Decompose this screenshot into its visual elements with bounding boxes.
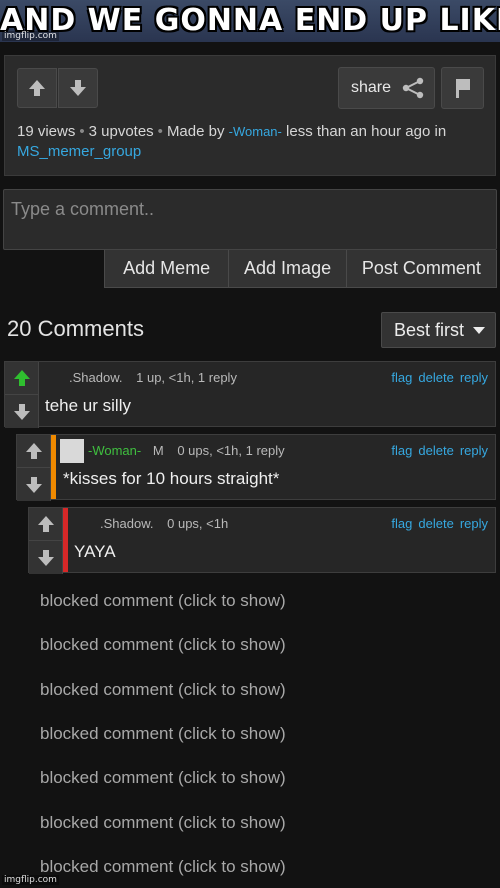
sort-label: Best first bbox=[394, 319, 465, 340]
comment-downvote-button[interactable] bbox=[17, 468, 51, 501]
comment-actions: flag delete reply bbox=[385, 370, 488, 385]
flag-link[interactable]: flag bbox=[391, 443, 412, 458]
comment-header: .Shadow. 1 up, <1h, 1 reply bbox=[69, 370, 237, 385]
comment-upvote-button[interactable] bbox=[29, 508, 63, 541]
comment-header: .Shadow. 0 ups, <1h bbox=[100, 516, 228, 531]
comment-text: YAYA bbox=[74, 542, 116, 561]
up-arrow-icon bbox=[37, 516, 54, 532]
thread-bar bbox=[63, 508, 68, 572]
stream-link[interactable]: MS_memer_group bbox=[17, 143, 141, 160]
flag-button[interactable] bbox=[441, 67, 484, 109]
comment-username[interactable]: .Shadow. bbox=[100, 516, 154, 531]
sort-dropdown[interactable]: Best first bbox=[381, 312, 496, 348]
comment-text: *kisses for 10 hours straight* bbox=[63, 469, 280, 488]
up-arrow-icon bbox=[25, 443, 42, 459]
comment-upvote-button[interactable] bbox=[5, 362, 39, 395]
comment-downvote-button[interactable] bbox=[29, 541, 63, 574]
comment-placeholder: Type a comment.. bbox=[11, 199, 155, 219]
comment-item: .Shadow. 1 up, <1h, 1 reply flag delete re… bbox=[4, 361, 496, 428]
avatar[interactable] bbox=[60, 439, 84, 463]
up-arrow-icon bbox=[29, 80, 45, 96]
comment-input[interactable]: Type a comment.. bbox=[3, 189, 497, 250]
comment-downvote-button[interactable] bbox=[5, 395, 39, 428]
meme-caption: AND WE GONNA END UP LIKE THIS bbox=[0, 3, 500, 38]
comment-stats: 0 ups, <1h bbox=[167, 516, 229, 531]
share-label: share bbox=[351, 79, 392, 96]
comment-item: -Woman- M 0 ups, <1h, 1 reply flag delete… bbox=[16, 434, 496, 501]
flag-icon bbox=[455, 79, 470, 98]
post-meta: 19 views • 3 upvotes • Made by -Woman- less … bbox=[17, 123, 447, 160]
flag-link[interactable]: flag bbox=[391, 516, 412, 531]
post-info-panel: share 19 views • 3 upvotes • Made by -Woman-… bbox=[4, 55, 496, 176]
blocked-comment[interactable]: blocked comment (click to show) bbox=[40, 724, 286, 744]
upvote-count: 3 upvotes bbox=[88, 123, 154, 140]
post-author-link[interactable]: -Woman- bbox=[229, 124, 282, 139]
delete-link[interactable]: delete bbox=[418, 443, 453, 458]
comment-username[interactable]: .Shadow. bbox=[69, 370, 123, 385]
add-meme-button[interactable]: Add Meme bbox=[105, 250, 230, 287]
watermark-top: imgflip.com bbox=[2, 31, 59, 41]
comments-count: 20 Comments bbox=[7, 316, 144, 341]
comment-header: -Woman- M 0 ups, <1h, 1 reply bbox=[88, 443, 285, 458]
reply-link[interactable]: reply bbox=[460, 516, 488, 531]
post-time: less than an hour ago in bbox=[286, 123, 447, 140]
up-arrow-icon bbox=[13, 370, 30, 386]
reply-link[interactable]: reply bbox=[460, 370, 488, 385]
down-arrow-icon bbox=[70, 80, 86, 96]
thread-bar bbox=[51, 435, 56, 499]
post-upvote-button[interactable] bbox=[17, 68, 57, 108]
comment-upvote-button[interactable] bbox=[17, 435, 51, 468]
comment-stats: 1 up, <1h, 1 reply bbox=[136, 370, 237, 385]
down-arrow-icon bbox=[37, 549, 54, 566]
blocked-comment[interactable]: blocked comment (click to show) bbox=[40, 591, 286, 611]
composer-actions: Add Meme Add Image Post Comment bbox=[104, 250, 497, 288]
reply-link[interactable]: reply bbox=[460, 443, 488, 458]
flag-link[interactable]: flag bbox=[391, 370, 412, 385]
comment-stats: 0 ups, <1h, 1 reply bbox=[177, 443, 285, 458]
down-arrow-icon bbox=[13, 403, 30, 420]
share-button[interactable]: share bbox=[338, 67, 435, 109]
comment-item: .Shadow. 0 ups, <1h flag delete reply YAYA bbox=[28, 507, 496, 574]
post-downvote-button[interactable] bbox=[58, 68, 98, 108]
blocked-comment[interactable]: blocked comment (click to show) bbox=[40, 857, 286, 877]
delete-link[interactable]: delete bbox=[418, 516, 453, 531]
made-by-label: Made by bbox=[166, 123, 225, 140]
post-comment-button[interactable]: Post Comment bbox=[347, 250, 496, 287]
delete-link[interactable]: delete bbox=[418, 370, 453, 385]
blocked-comment[interactable]: blocked comment (click to show) bbox=[40, 768, 286, 788]
blocked-comment[interactable]: blocked comment (click to show) bbox=[40, 680, 286, 700]
share-icon bbox=[402, 77, 424, 99]
caret-down-icon bbox=[473, 326, 486, 334]
moderator-badge: M bbox=[152, 443, 164, 458]
comment-username[interactable]: -Woman- bbox=[88, 443, 141, 458]
comment-actions: flag delete reply bbox=[385, 443, 488, 458]
comment-actions: flag delete reply bbox=[385, 516, 488, 531]
view-count: 19 views bbox=[17, 123, 76, 140]
watermark-bottom: imgflip.com bbox=[2, 875, 59, 885]
blocked-comment[interactable]: blocked comment (click to show) bbox=[40, 635, 286, 655]
add-image-button[interactable]: Add Image bbox=[229, 250, 347, 287]
meme-image[interactable]: AND WE GONNA END UP LIKE THIS bbox=[0, 0, 500, 42]
down-arrow-icon bbox=[25, 476, 42, 493]
comment-text: tehe ur silly bbox=[45, 396, 131, 415]
blocked-comment[interactable]: blocked comment (click to show) bbox=[40, 813, 286, 833]
